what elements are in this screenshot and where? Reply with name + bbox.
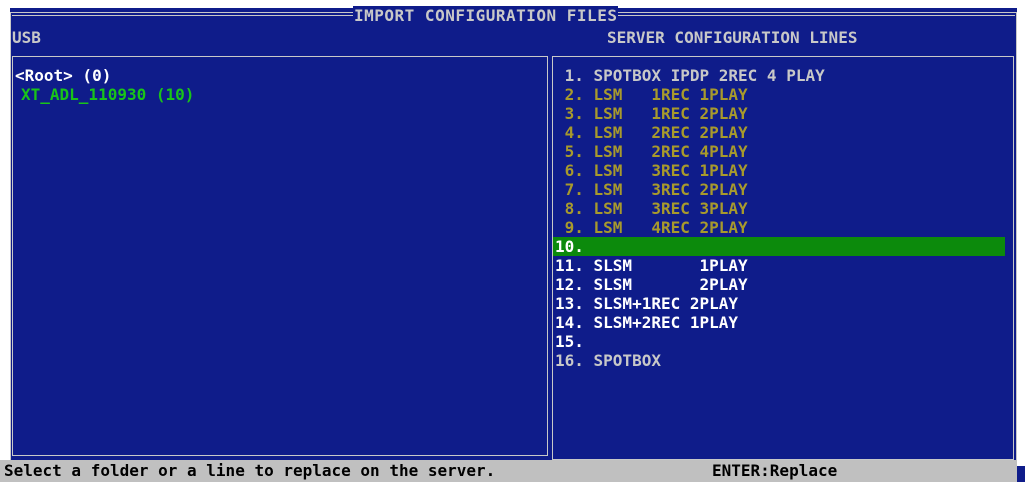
server-line-selected[interactable]: 10. [553,237,1005,256]
status-corner [1017,466,1025,482]
folder-xt-adl[interactable]: XT_ADL_110930 (10) [21,85,194,104]
usb-panel-header: USB [12,28,41,47]
server-line[interactable]: 6. LSM 3REC 1PLAY [553,161,1013,180]
server-line[interactable]: 13. SLSM+1REC 2PLAY [553,294,1013,313]
server-line[interactable]: 4. LSM 2REC 2PLAY [553,123,1013,142]
enter-replace-hint: ENTER:Replace [712,461,838,480]
server-line[interactable]: 3. LSM 1REC 2PLAY [553,104,1013,123]
server-line-list: 1. SPOTBOX IPDP 2REC 4 PLAY 2. LSM 1REC … [553,66,1013,370]
folder-root[interactable]: <Root> (0) [15,66,111,85]
server-line[interactable]: 15. [553,332,1013,351]
server-line[interactable]: 2. LSM 1REC 1PLAY [553,85,1013,104]
terminal-screen: IMPORT CONFIGURATION FILES USB SERVER CO… [0,0,1025,482]
server-line[interactable]: 16. SPOTBOX [553,351,1013,370]
server-line[interactable]: 8. LSM 3REC 3PLAY [553,199,1013,218]
server-panel-header: SERVER CONFIGURATION LINES [607,28,858,47]
status-message: Select a folder or a line to replace on … [4,461,496,480]
usb-folder-panel: <Root> (0) XT_ADL_110930 (10) [12,56,548,456]
server-line[interactable]: 11. SLSM 1PLAY [553,256,1013,275]
server-line[interactable]: 14. SLSM+2REC 1PLAY [553,313,1013,332]
server-line[interactable]: 7. LSM 3REC 2PLAY [553,180,1013,199]
frame-right-outer [1016,12,1017,460]
server-line[interactable]: 12. SLSM 2PLAY [553,275,1013,294]
server-line[interactable]: 1. SPOTBOX IPDP 2REC 4 PLAY [553,66,1013,85]
server-line[interactable]: 5. LSM 2REC 4PLAY [553,142,1013,161]
window-title: IMPORT CONFIGURATION FILES [353,6,619,25]
status-bar: Select a folder or a line to replace on … [0,460,1017,482]
frame-left-outer [10,12,11,460]
server-lines-panel: 1. SPOTBOX IPDP 2REC 4 PLAY 2. LSM 1REC … [552,56,1014,460]
server-line[interactable]: 9. LSM 4REC 2PLAY [553,218,1013,237]
